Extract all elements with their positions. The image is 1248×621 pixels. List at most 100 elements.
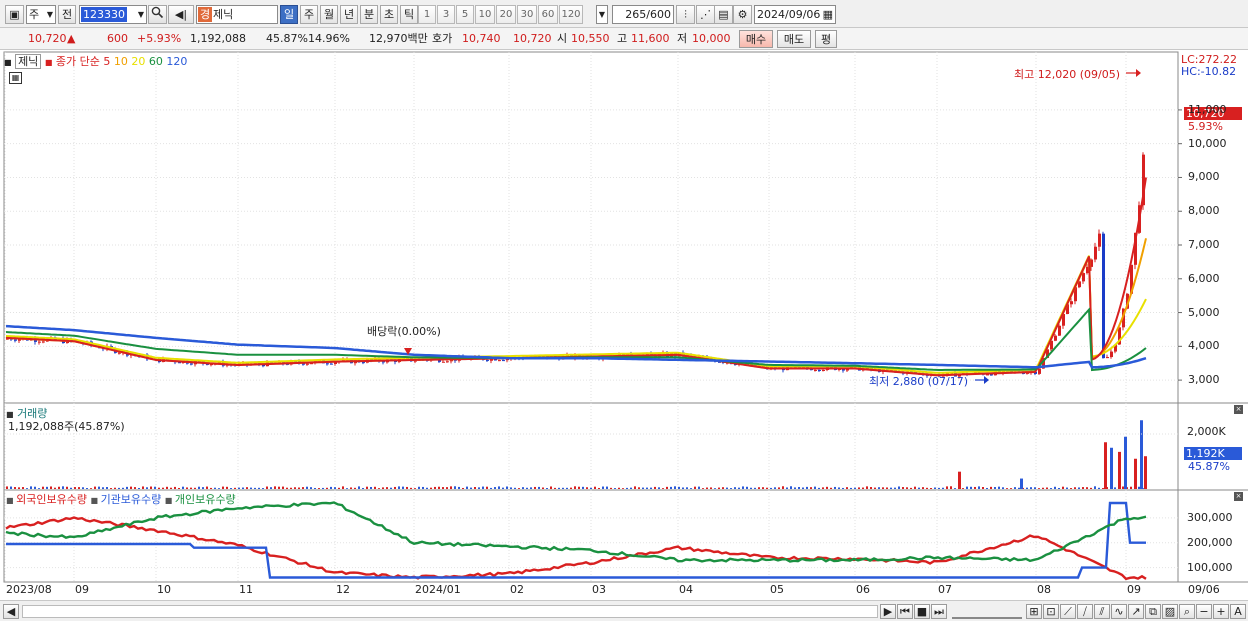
ma-legend-10[interactable]: 10 (114, 55, 132, 68)
tab-period-0[interactable]: 일 (280, 5, 298, 24)
volume-bar (966, 486, 968, 489)
zoom-in-icon[interactable]: + (1213, 604, 1229, 619)
interval-dropdown[interactable]: ▼ (596, 5, 608, 24)
last-page-icon[interactable]: ⏭ (931, 604, 947, 619)
price-axis-label: 10,000 (1188, 136, 1227, 150)
market-type-select[interactable]: 주 ▼ (26, 5, 56, 24)
volume-bar (1030, 487, 1032, 489)
volume-bar (258, 487, 260, 489)
stop-icon[interactable]: ■ (914, 604, 930, 619)
interval-button-3[interactable]: 3 (437, 5, 455, 24)
low-annotation: 최저 2,880 (07/17) (869, 375, 969, 388)
bar-count-field[interactable]: 265/600 (612, 5, 674, 24)
close-icon[interactable]: × (1234, 405, 1243, 414)
ma-legend-120[interactable]: 120 (166, 55, 187, 68)
zoom-out-icon[interactable]: − (1196, 604, 1212, 619)
scroll-left-icon[interactable]: ◀ (3, 604, 19, 619)
hc-value: HC:-10.82 (1181, 65, 1237, 78)
open-price: 10,550 (571, 32, 610, 45)
ma-legend-label[interactable]: 종가 단순 (56, 55, 100, 68)
horizontal-scrollbar[interactable] (22, 605, 878, 618)
interval-button-20[interactable]: 20 (496, 5, 516, 24)
tab-period-4[interactable]: 분 (360, 5, 378, 24)
volume-bar (94, 486, 96, 489)
copy-icon[interactable]: ⧉ (1145, 604, 1161, 619)
chart-type-icon[interactable]: ⫶ (676, 5, 695, 24)
x-tick-label: 04 (679, 583, 693, 596)
first-page-icon[interactable]: ⏮ (897, 604, 913, 619)
code-input[interactable]: 123330 ▼ (79, 5, 147, 24)
tab-period-2[interactable]: 월 (320, 5, 338, 24)
tab-period-6[interactable]: 틱 (400, 5, 418, 24)
volume-bar (710, 487, 712, 489)
volume-bar (370, 486, 372, 489)
ma-legend-20[interactable]: 20 (131, 55, 149, 68)
tab-period-5[interactable]: 초 (380, 5, 398, 24)
prev-button[interactable]: 전 (58, 5, 76, 24)
holdings-legend-1[interactable]: 기관보유수량 (101, 493, 165, 506)
holdings-legend-0[interactable]: 외국인보유수량 (16, 493, 90, 506)
volume-bar (366, 486, 368, 489)
interval-button-30[interactable]: 30 (517, 5, 537, 24)
volume-bar (598, 487, 600, 489)
zoom-icon[interactable]: ⌕ (1179, 604, 1195, 619)
volume-bar (74, 487, 76, 489)
volume-bar (254, 487, 256, 489)
ma-legend-60[interactable]: 60 (149, 55, 167, 68)
wave-icon[interactable]: ∿ (1111, 604, 1127, 619)
interval-button-1[interactable]: 1 (418, 5, 436, 24)
tab-period-1[interactable]: 주 (300, 5, 318, 24)
volume-bar (1122, 486, 1124, 489)
chevron-down-icon[interactable]: ▼ (138, 6, 144, 23)
volume-bar (802, 487, 804, 489)
candle-body (818, 369, 821, 371)
sell-button[interactable]: 매도 (777, 30, 811, 48)
interval-button-120[interactable]: 120 (559, 5, 583, 24)
indicator-icon[interactable]: ⋰ (696, 5, 715, 24)
stock-name-field[interactable]: 경 제닉 (196, 5, 278, 24)
close-icon[interactable]: × (1234, 492, 1243, 501)
calendar-icon[interactable]: ▦ (823, 6, 833, 23)
fibonacci-icon[interactable]: ⧸ (1077, 604, 1093, 619)
price-legend-name[interactable]: 제닉 (15, 54, 42, 69)
volume-bar (830, 487, 832, 489)
gear-icon[interactable]: ⚙ (733, 5, 752, 24)
scroll-right-icon[interactable]: ▶ (880, 604, 896, 619)
average-button[interactable]: 평 (815, 30, 837, 48)
ruler-icon[interactable]: ⫽ (1094, 604, 1110, 619)
interval-button-5[interactable]: 5 (456, 5, 474, 24)
magnet-icon[interactable]: ⊡ (1043, 604, 1059, 619)
volume-bar (930, 488, 932, 489)
search-icon[interactable] (148, 5, 167, 24)
holdings-legend-2[interactable]: 개인보유수량 (175, 493, 236, 506)
price-axis-label: 11,000 (1188, 102, 1227, 116)
image-icon[interactable]: ▨ (1162, 604, 1178, 619)
volume-bar (402, 486, 404, 489)
crosshair-icon[interactable]: ⊞ (1026, 604, 1042, 619)
x-tick-label: 05 (770, 583, 784, 596)
save-icon[interactable]: ▤ (714, 5, 733, 24)
interval-button-10[interactable]: 10 (475, 5, 495, 24)
volume-bar (42, 486, 44, 489)
grid-toggle-icon[interactable]: ▦ (9, 72, 22, 84)
candle-body (502, 360, 505, 362)
volume-bar (730, 488, 732, 489)
tab-period-3[interactable]: 년 (340, 5, 358, 24)
window-menu-icon[interactable]: ▣ (5, 5, 24, 24)
trendline-icon[interactable]: ⟋ (1060, 604, 1076, 619)
date-field[interactable]: 2024/09/06 ▦ (754, 5, 836, 24)
interval-button-60[interactable]: 60 (538, 5, 558, 24)
volume-bar (70, 487, 72, 489)
volume-bar (1006, 488, 1008, 489)
chart-area[interactable]: ■ 제닉 ■ 종가 단순 5 10 20 60 120 ▦ 최고 12,020 … (0, 50, 1248, 600)
zoom-slider[interactable] (952, 606, 1022, 619)
ask-price-2: 10,720 (513, 32, 552, 45)
ma-legend-5[interactable]: 5 (103, 55, 114, 68)
buy-button[interactable]: 매수 (739, 30, 773, 48)
chart-canvas[interactable] (0, 50, 1248, 600)
font-icon[interactable]: A (1230, 604, 1246, 619)
candle-body (1038, 368, 1041, 374)
arrow-icon[interactable]: ↗ (1128, 604, 1144, 619)
sound-icon[interactable]: ◀| (168, 5, 194, 24)
volume-bar (894, 487, 896, 489)
